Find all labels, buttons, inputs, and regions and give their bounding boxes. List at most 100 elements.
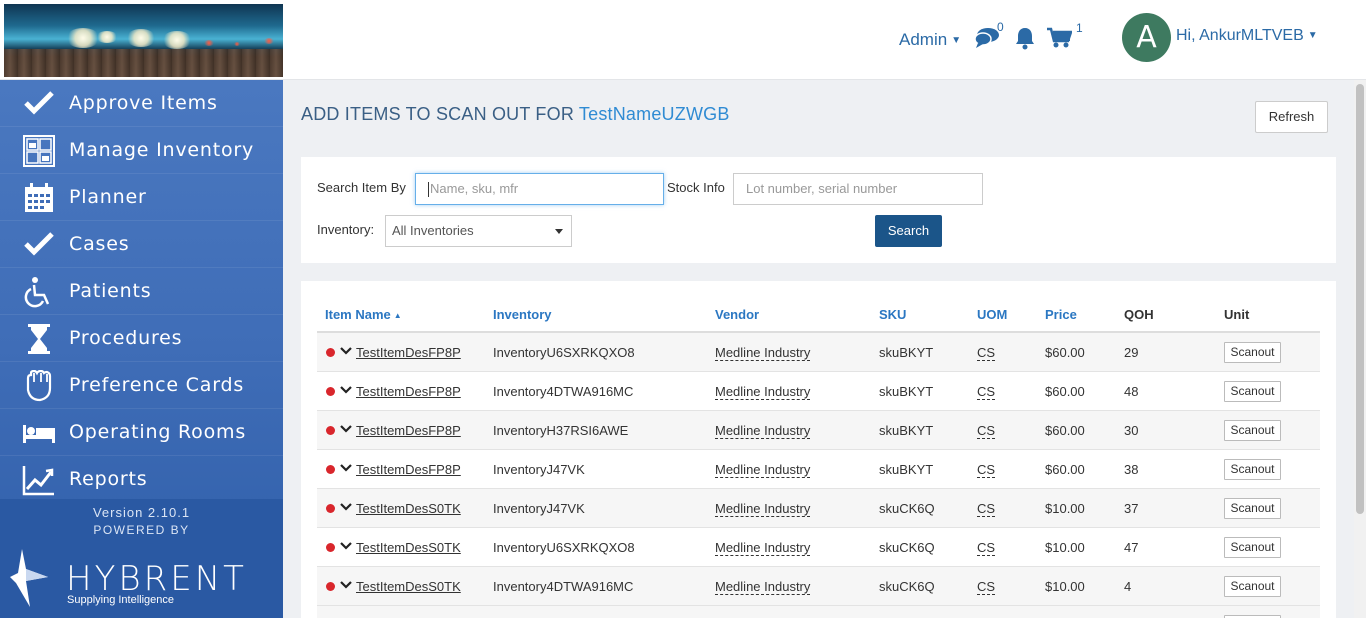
uom-cell[interactable]: CS bbox=[977, 384, 996, 400]
line-chart-icon bbox=[22, 464, 56, 496]
sidebar-item-procedures[interactable]: Procedures bbox=[0, 315, 283, 362]
vendor-cell[interactable]: Medline Industry bbox=[715, 384, 811, 400]
page-title: ADD ITEMS TO SCAN OUT FOR TestNameUZWGB bbox=[301, 104, 730, 124]
inventory-select[interactable]: All Inventories bbox=[385, 215, 572, 247]
sku-cell: skuCK6Q bbox=[879, 540, 935, 555]
table-row: TestItemDesFP8P InventoryH37RSI6AWE Medlin… bbox=[317, 411, 1320, 450]
price-cell: $60.00 bbox=[1045, 423, 1085, 438]
sidebar-item-manage-inventory[interactable]: Manage Inventory bbox=[0, 127, 283, 174]
qoh-cell: 30 bbox=[1124, 423, 1139, 438]
column-header-unit: Unit bbox=[1224, 307, 1250, 322]
scanout-button[interactable]: Scanout bbox=[1224, 381, 1281, 402]
uom-cell[interactable]: CS bbox=[977, 540, 996, 556]
user-menu[interactable]: Hi, AnkurMLTVEB ▼ bbox=[1176, 27, 1318, 45]
refresh-button[interactable]: Refresh bbox=[1255, 101, 1328, 133]
search-item-input[interactable]: Name, sku, mfr bbox=[415, 173, 664, 205]
item-name-link[interactable]: TestItemDesFP8P bbox=[356, 423, 461, 438]
item-name-link[interactable]: TestItemDesS0TK bbox=[356, 501, 461, 516]
cart-icon[interactable] bbox=[1046, 27, 1073, 54]
top-header: Admin ▼ 0 1 A Hi, AnkurMLTVEB ▼ bbox=[0, 0, 1366, 80]
status-dot-icon bbox=[326, 543, 335, 552]
chevron-down-icon[interactable] bbox=[339, 422, 353, 436]
table-row-partial bbox=[317, 606, 1320, 618]
vendor-cell[interactable]: Medline Industry bbox=[715, 540, 811, 556]
sidebar-item-cases[interactable]: Cases bbox=[0, 221, 283, 268]
table-row: TestItemDesS0TK InventoryU6SXRKQXO8 Medlin… bbox=[317, 528, 1320, 567]
inventory-grid-icon bbox=[22, 135, 56, 167]
scrollbar-thumb[interactable] bbox=[1356, 84, 1364, 514]
scanout-button[interactable]: Scanout bbox=[1224, 342, 1281, 363]
sku-cell: skuCK6Q bbox=[879, 501, 935, 516]
table-row: TestItemDesS0TK Inventory4DTWA916MC Medlin… bbox=[317, 567, 1320, 606]
sidebar-item-preference-cards[interactable]: Preference Cards bbox=[0, 362, 283, 409]
sidebar-item-reports[interactable]: Reports bbox=[0, 456, 283, 503]
vendor-cell[interactable]: Medline Industry bbox=[715, 423, 811, 439]
inventory-cell: Inventory4DTWA916MC bbox=[493, 579, 634, 594]
scanout-button[interactable]: Scanout bbox=[1224, 498, 1281, 519]
qoh-cell: 37 bbox=[1124, 501, 1139, 516]
scanout-button[interactable]: Scanout bbox=[1224, 459, 1281, 480]
vendor-cell[interactable]: Medline Industry bbox=[715, 462, 811, 478]
vendor-cell[interactable]: Medline Industry bbox=[715, 345, 811, 361]
uom-cell[interactable]: CS bbox=[977, 345, 996, 361]
chevron-down-icon[interactable] bbox=[339, 539, 353, 553]
column-header-price[interactable]: Price bbox=[1045, 307, 1077, 322]
scanout-button[interactable]: Scanout bbox=[1224, 576, 1281, 597]
scanout-button[interactable]: Scanout bbox=[1224, 537, 1281, 558]
sidebar-item-patients[interactable]: Patients bbox=[0, 268, 283, 315]
price-cell: $10.00 bbox=[1045, 501, 1085, 516]
uom-cell[interactable]: CS bbox=[977, 501, 996, 517]
dropdown-arrow-icon bbox=[555, 229, 563, 234]
sidebar: Approve Items Manage Inventory Planner C… bbox=[0, 80, 283, 618]
sidebar-item-operating-rooms[interactable]: Operating Rooms bbox=[0, 409, 283, 456]
uom-cell[interactable]: CS bbox=[977, 423, 996, 439]
sidebar-item-label: Manage Inventory bbox=[69, 139, 255, 161]
chevron-down-icon[interactable] bbox=[339, 500, 353, 514]
avatar[interactable]: A bbox=[1122, 13, 1171, 62]
uom-cell[interactable]: CS bbox=[977, 462, 996, 478]
powered-by-label: POWERED BY bbox=[93, 523, 190, 537]
chevron-down-icon[interactable] bbox=[339, 461, 353, 475]
chevron-down-icon[interactable] bbox=[339, 383, 353, 397]
scanout-button[interactable]: Scanout bbox=[1224, 420, 1281, 441]
search-button[interactable]: Search bbox=[875, 215, 942, 247]
column-header-item-name[interactable]: Item Name ▲ bbox=[325, 307, 402, 322]
uom-cell[interactable]: CS bbox=[977, 579, 996, 595]
status-dot-icon bbox=[326, 348, 335, 357]
chevron-down-icon[interactable] bbox=[339, 578, 353, 592]
column-header-uom[interactable]: UOM bbox=[977, 307, 1007, 322]
page-scrollbar[interactable] bbox=[1354, 80, 1366, 618]
admin-menu[interactable]: Admin ▼ bbox=[899, 30, 961, 50]
item-name-link[interactable]: TestItemDesS0TK bbox=[356, 579, 461, 594]
chevron-down-icon[interactable] bbox=[339, 344, 353, 358]
price-cell: $60.00 bbox=[1045, 462, 1085, 477]
search-item-label: Search Item By bbox=[317, 180, 406, 195]
vendor-cell[interactable]: Medline Industry bbox=[715, 501, 811, 517]
qoh-cell: 48 bbox=[1124, 384, 1139, 399]
price-cell: $60.00 bbox=[1045, 384, 1085, 399]
stock-info-input[interactable]: Lot number, serial number bbox=[733, 173, 983, 205]
table-row: TestItemDesFP8P Inventory4DTWA916MC Medlin… bbox=[317, 372, 1320, 411]
sidebar-item-planner[interactable]: Planner bbox=[0, 174, 283, 221]
column-header-vendor[interactable]: Vendor bbox=[715, 307, 759, 322]
inventory-cell: Inventory4DTWA916MC bbox=[493, 384, 634, 399]
vendor-cell[interactable]: Medline Industry bbox=[715, 579, 811, 595]
sidebar-item-approve-items[interactable]: Approve Items bbox=[0, 80, 283, 127]
qoh-cell: 47 bbox=[1124, 540, 1139, 555]
column-header-inventory[interactable]: Inventory bbox=[493, 307, 552, 322]
sku-cell: skuBKYT bbox=[879, 384, 934, 399]
item-name-link[interactable]: TestItemDesFP8P bbox=[356, 384, 461, 399]
item-name-link[interactable]: TestItemDesFP8P bbox=[356, 345, 461, 360]
item-name-link[interactable]: TestItemDesS0TK bbox=[356, 540, 461, 555]
bell-icon[interactable] bbox=[1014, 26, 1036, 55]
column-header-sku[interactable]: SKU bbox=[879, 307, 906, 322]
status-dot-icon bbox=[326, 387, 335, 396]
cart-count: 1 bbox=[1076, 21, 1083, 35]
sku-cell: skuCK6Q bbox=[879, 579, 935, 594]
stock-info-label: Stock Info bbox=[667, 180, 725, 195]
status-dot-icon bbox=[326, 426, 335, 435]
hybrent-logo-icon bbox=[8, 547, 53, 609]
item-name-link[interactable]: TestItemDesFP8P bbox=[356, 462, 461, 477]
sidebar-footer: Version 2.10.1 POWERED BY HYBRENT Supply… bbox=[0, 499, 283, 618]
calendar-icon bbox=[22, 182, 56, 212]
